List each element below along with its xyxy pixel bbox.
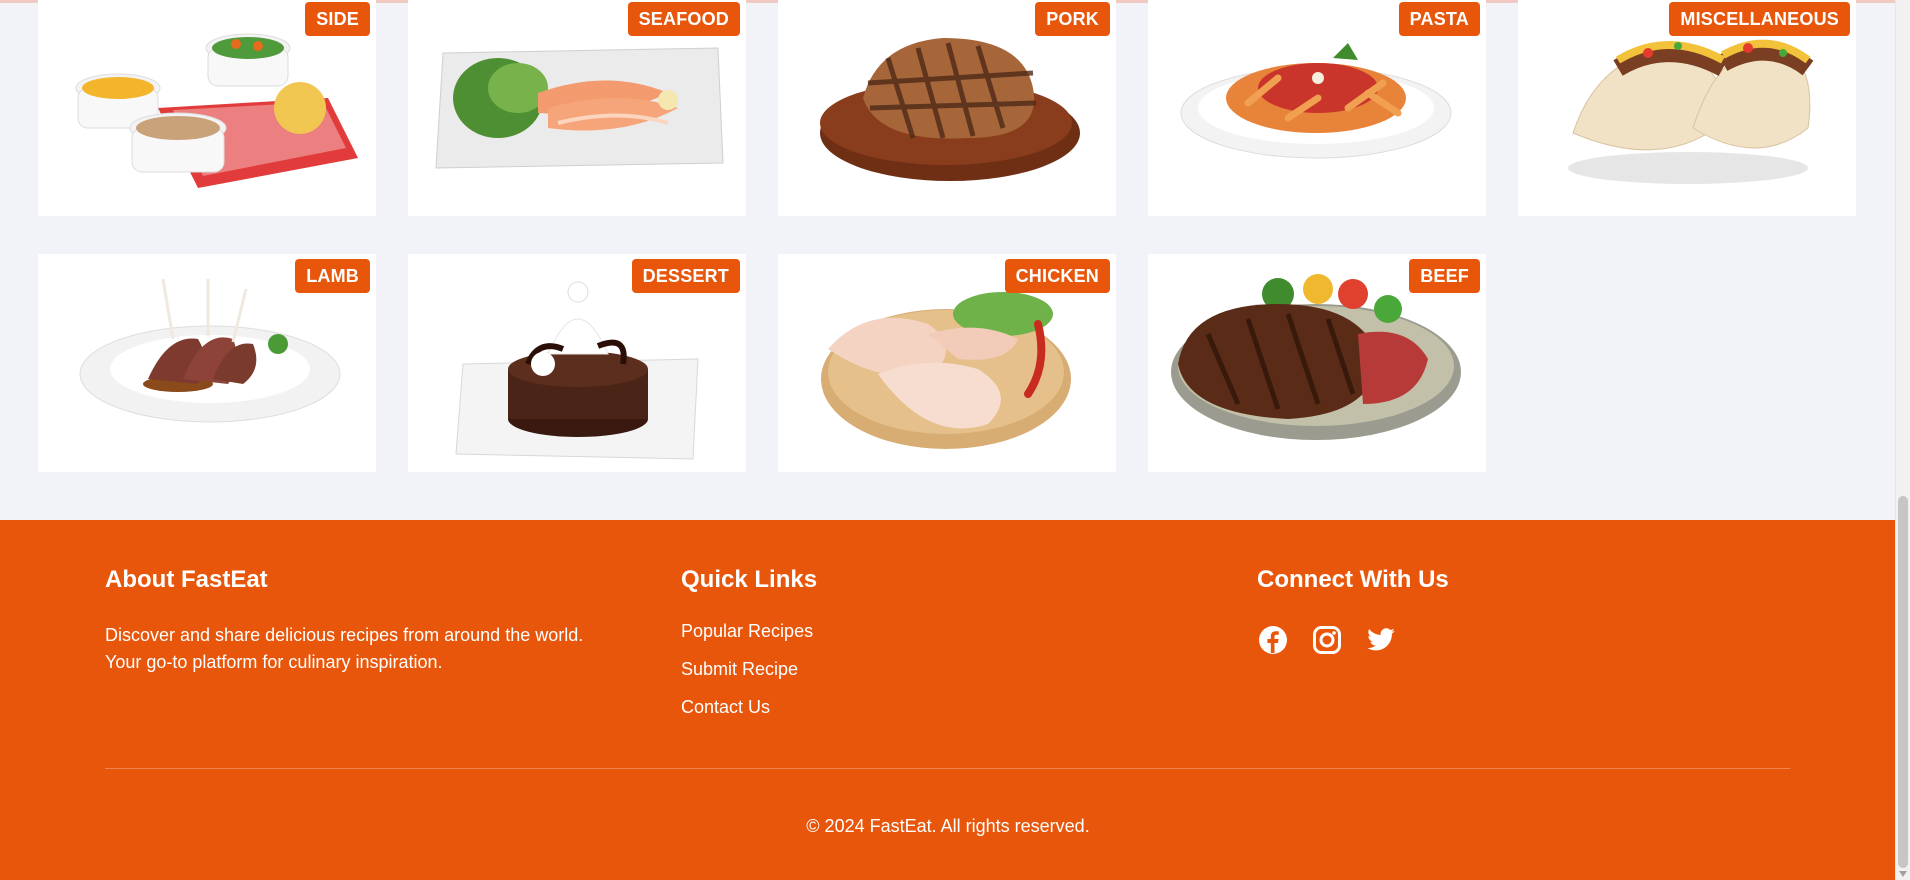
- footer-link-popular-recipes[interactable]: Popular Recipes: [681, 620, 817, 658]
- footer-connect-section: Connect With Us: [1257, 566, 1449, 656]
- category-badge-lamb: LAMB: [295, 259, 370, 293]
- footer-about-title: About FastEat: [105, 566, 268, 593]
- footer-about-line-1: Discover and share delicious recipes fro…: [105, 625, 584, 645]
- footer-about-text: Discover and share delicious recipes fro…: [105, 622, 665, 676]
- footer-copyright: © 2024 FastEat. All rights reserved.: [806, 816, 1090, 836]
- footer-about-line-2: Your go-to platform for culinary inspira…: [105, 652, 443, 672]
- category-card-chicken[interactable]: CHICKEN: [778, 254, 1116, 472]
- social-links: [1257, 624, 1449, 656]
- category-card-dessert[interactable]: DESSERT: [408, 254, 746, 472]
- category-card-lamb[interactable]: LAMB: [38, 254, 376, 472]
- twitter-icon[interactable]: [1365, 624, 1397, 656]
- category-card-side[interactable]: SIDE: [38, 0, 376, 216]
- category-badge-chicken: CHICKEN: [1004, 259, 1110, 293]
- scrollbar-thumb[interactable]: [1898, 496, 1908, 868]
- category-badge-pork: PORK: [1035, 2, 1110, 36]
- site-footer: About FastEat Discover and share delicio…: [0, 520, 1896, 880]
- footer-quick-links-list: Popular Recipes Submit Recipe Contact Us: [681, 620, 817, 734]
- category-badge-dessert: DESSERT: [631, 259, 740, 293]
- category-badge-seafood: SEAFOOD: [627, 2, 740, 36]
- footer-quick-links-section: Quick Links Popular Recipes Submit Recip…: [681, 566, 817, 734]
- footer-quick-links-title: Quick Links: [681, 566, 818, 593]
- scroll-down-arrow-icon[interactable]: [1899, 871, 1907, 877]
- footer-link-contact-us[interactable]: Contact Us: [681, 696, 817, 734]
- footer-link-submit-recipe[interactable]: Submit Recipe: [681, 658, 817, 696]
- footer-connect-title: Connect With Us: [1257, 566, 1449, 593]
- instagram-icon[interactable]: [1311, 624, 1343, 656]
- facebook-icon[interactable]: [1257, 624, 1289, 656]
- category-badge-miscellaneous: MISCELLANEOUS: [1669, 2, 1850, 36]
- category-card-beef[interactable]: BEEF: [1148, 254, 1486, 472]
- category-card-pasta[interactable]: PASTA: [1148, 0, 1486, 216]
- category-card-pork[interactable]: PORK: [778, 0, 1116, 216]
- category-card-seafood[interactable]: SEAFOOD: [408, 0, 746, 216]
- footer-divider: [105, 768, 1790, 769]
- category-card-miscellaneous[interactable]: MISCELLANEOUS: [1518, 0, 1856, 216]
- footer-about-section: About FastEat Discover and share delicio…: [105, 566, 665, 676]
- category-badge-pasta: PASTA: [1398, 2, 1480, 36]
- category-badge-side: SIDE: [305, 2, 370, 36]
- vertical-scrollbar[interactable]: [1895, 0, 1910, 880]
- category-badge-beef: BEEF: [1409, 259, 1480, 293]
